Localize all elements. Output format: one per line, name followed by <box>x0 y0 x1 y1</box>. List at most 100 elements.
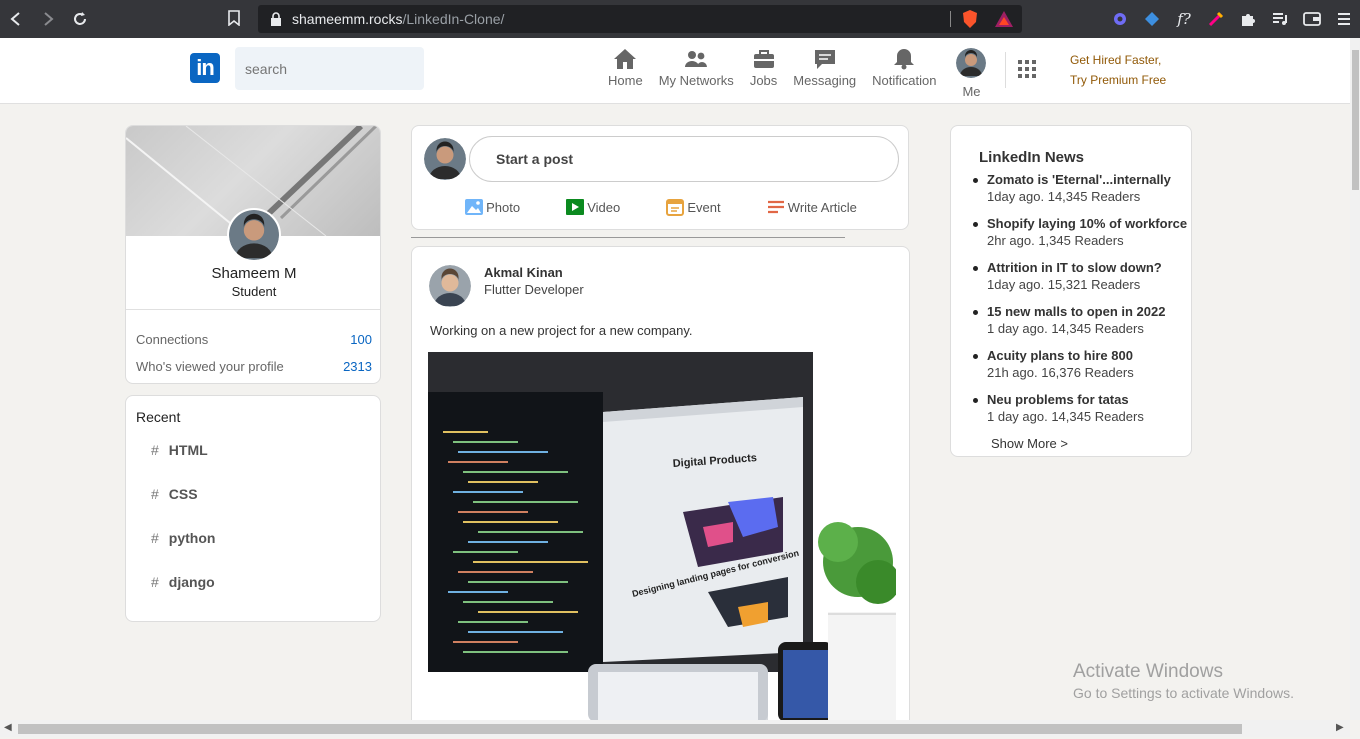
watermark-line-2: Go to Settings to activate Windows. <box>1073 685 1294 701</box>
recent-tag[interactable]: # HTML <box>151 442 208 458</box>
address-bar[interactable]: shameemm.rocks/LinkedIn-Clone/ <box>258 5 1022 33</box>
recent-tag[interactable]: # python <box>151 530 215 546</box>
write-article-label: Write Article <box>787 199 857 215</box>
nav-item-networks[interactable]: My Networks <box>651 48 742 99</box>
news-headline: 15 new malls to open in 2022 <box>987 304 1166 319</box>
search-input[interactable] <box>235 47 424 90</box>
photo-button[interactable]: Photo <box>465 198 520 216</box>
news-item[interactable]: Acuity plans to hire 800 21h ago. 16,376 … <box>971 348 1191 392</box>
gear-extension-icon[interactable] <box>1104 11 1136 27</box>
recent-tag[interactable]: # CSS <box>151 486 198 502</box>
video-label: Video <box>587 199 621 215</box>
diamond-extension-icon[interactable] <box>1136 11 1168 27</box>
photo-icon <box>465 199 484 215</box>
back-icon[interactable] <box>0 0 32 38</box>
profile-name[interactable]: Shameem M <box>126 265 380 282</box>
briefcase-icon <box>753 50 774 68</box>
scroll-left-icon[interactable]: ◀ <box>4 722 12 733</box>
premium-line-1: Get Hired Faster, <box>1070 53 1162 67</box>
brave-shield-icon[interactable] <box>961 9 979 29</box>
vertical-scroll-thumb[interactable] <box>1352 50 1359 190</box>
watermark-line-1: Activate Windows <box>1073 661 1223 682</box>
pen-extension-icon[interactable] <box>1200 11 1232 27</box>
hashtag-icon: # <box>151 574 159 590</box>
nav-item-messaging[interactable]: Messaging <box>785 48 864 99</box>
brave-rewards-icon[interactable] <box>994 9 1014 29</box>
chat-icon <box>814 50 835 69</box>
news-item[interactable]: 15 new malls to open in 2022 1 day ago. 1… <box>971 304 1191 348</box>
url-path: /LinkedIn-Clone/ <box>402 11 505 27</box>
profile-avatar[interactable] <box>227 208 281 262</box>
hashtag-icon: # <box>151 486 159 502</box>
recent-tag-label: CSS <box>168 486 198 502</box>
menu-icon[interactable] <box>1328 12 1360 26</box>
video-button[interactable]: Video <box>566 198 620 216</box>
puzzle-icon[interactable] <box>1232 11 1264 27</box>
author-role: Flutter Developer <box>484 282 584 297</box>
news-headline: Attrition in IT to slow down? <box>987 260 1162 275</box>
apps-grid-icon[interactable] <box>1018 60 1036 83</box>
top-navbar: in Home My Networks Jobs Messaging Notif… <box>0 38 1350 104</box>
news-item[interactable]: Shopify laying 10% of workforce 2hr ago. … <box>971 216 1191 260</box>
media-queue-icon[interactable] <box>1264 11 1296 27</box>
start-post-button[interactable]: Start a post <box>469 136 899 182</box>
feed-divider <box>411 237 845 238</box>
write-article-button[interactable]: Write Article <box>767 198 857 216</box>
windows-activation-watermark: Activate Windows Go to Settings to activ… <box>1073 661 1294 701</box>
connections-stat[interactable]: Connections 100 <box>136 332 372 347</box>
news-card: LinkedIn News Zomato is 'Eternal'...inte… <box>950 125 1192 457</box>
news-meta: 2hr ago. 1,345 Readers <box>987 233 1124 248</box>
news-headline: Acuity plans to hire 800 <box>987 348 1133 363</box>
linkedin-logo[interactable]: in <box>190 53 220 83</box>
recent-title: Recent <box>136 409 181 425</box>
nav-items: Home My Networks Jobs Messaging Notifica… <box>600 48 994 99</box>
hashtag-icon: # <box>151 442 159 458</box>
author-avatar[interactable] <box>429 265 471 307</box>
nav-divider <box>1005 52 1006 88</box>
url-separator <box>950 11 951 27</box>
home-icon <box>614 49 637 69</box>
profile-divider <box>126 309 380 310</box>
news-item[interactable]: Zomato is 'Eternal'...internally 1day ago… <box>971 172 1191 216</box>
reload-icon[interactable] <box>64 0 96 38</box>
post-composer: Start a post Photo Video Event Write Art… <box>411 125 909 230</box>
news-meta: 21h ago. 16,376 Readers <box>987 365 1134 380</box>
wallet-icon[interactable] <box>1296 11 1328 27</box>
people-icon <box>685 51 708 67</box>
recent-tag[interactable]: # django <box>151 574 215 590</box>
avatar <box>956 48 987 78</box>
horizontal-scroll-thumb[interactable] <box>18 724 1242 734</box>
news-list: Zomato is 'Eternal'...internally 1day ago… <box>971 172 1191 436</box>
show-more-link[interactable]: Show More > <box>991 436 1068 451</box>
recent-tag-label: HTML <box>168 442 208 458</box>
forward-icon[interactable] <box>32 0 64 38</box>
event-button[interactable]: Event <box>666 198 721 216</box>
article-icon <box>767 200 784 214</box>
browser-toolbar: shameemm.rocks/LinkedIn-Clone/ f? <box>0 0 1360 38</box>
nav-item-label: Home <box>608 73 643 88</box>
profile-views-stat[interactable]: Who's viewed your profile 2313 <box>136 359 372 374</box>
news-item[interactable]: Neu problems for tatas 1 day ago. 14,345 … <box>971 392 1191 436</box>
vertical-scrollbar[interactable] <box>1350 38 1360 720</box>
nav-item-jobs[interactable]: Jobs <box>742 48 785 99</box>
nav-item-home[interactable]: Home <box>600 48 651 99</box>
bookmark-icon[interactable] <box>228 10 240 31</box>
horizontal-scrollbar[interactable]: ◀ ▶ <box>0 720 1350 737</box>
scroll-right-icon[interactable]: ▶ <box>1336 722 1344 733</box>
recent-card: Recent # HTML # CSS # python # django <box>125 395 381 622</box>
post-text: Working on a new project for a new compa… <box>430 323 693 338</box>
news-meta: 1day ago. 15,321 Readers <box>987 277 1141 292</box>
news-meta: 1day ago. 14,345 Readers <box>987 189 1141 204</box>
author-name[interactable]: Akmal Kinan <box>484 265 563 280</box>
news-item[interactable]: Attrition in IT to slow down? 1day ago. 1… <box>971 260 1191 304</box>
nav-item-me[interactable]: Me <box>948 48 994 99</box>
premium-link[interactable]: Get Hired Faster, Try Premium Free <box>1070 50 1166 90</box>
lock-icon <box>270 12 282 26</box>
post-image[interactable]: Digital Products Designing landing pages… <box>428 352 900 720</box>
composer-actions: Photo Video Event Write Article <box>412 198 908 216</box>
formula-extension-icon[interactable]: f? <box>1168 10 1200 28</box>
video-icon <box>566 199 585 215</box>
url-host: shameemm.rocks <box>292 11 403 27</box>
nav-item-notification[interactable]: Notification <box>864 48 944 99</box>
nav-item-label: Jobs <box>749 73 778 88</box>
